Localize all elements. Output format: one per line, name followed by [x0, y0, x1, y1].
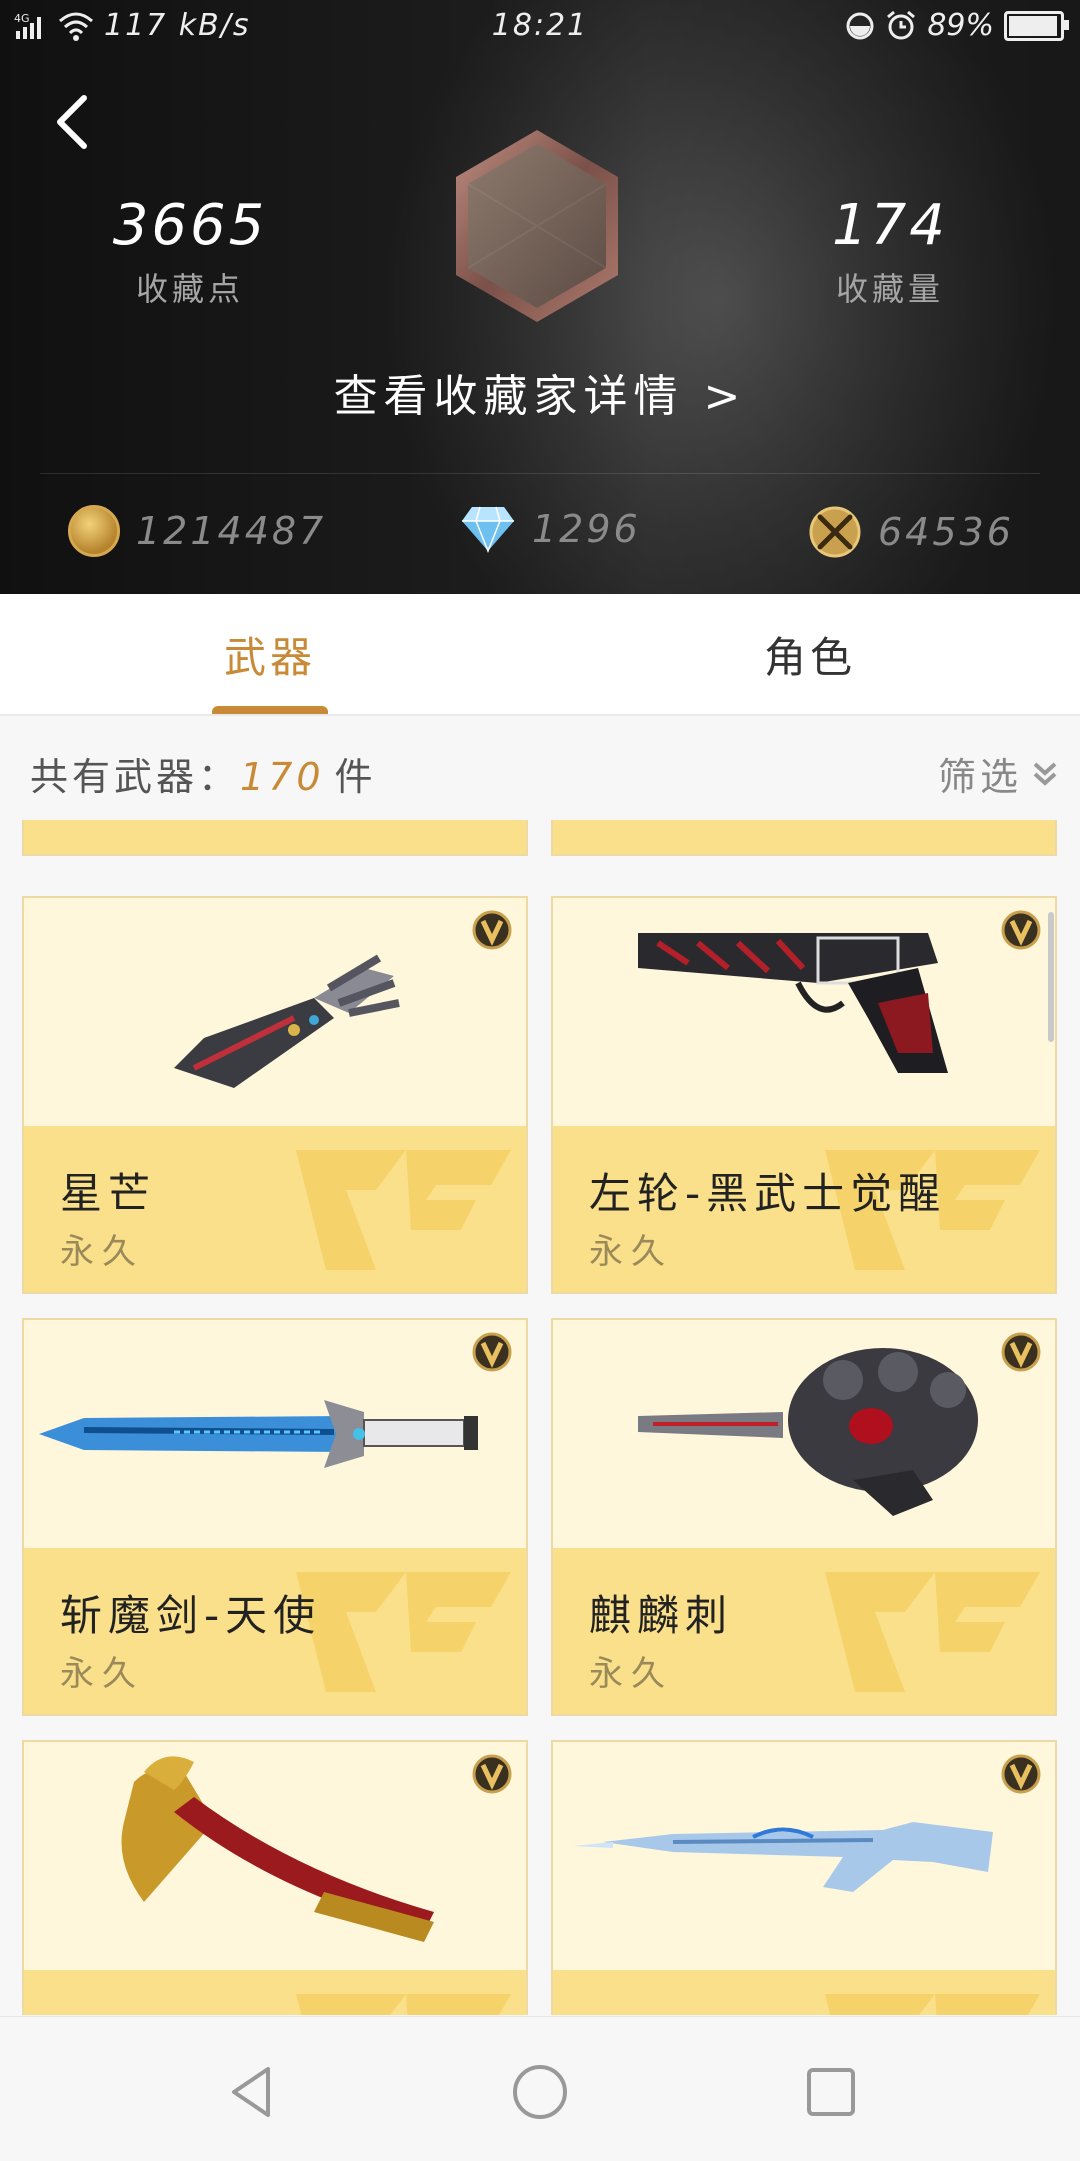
ice-rifle-icon	[573, 1822, 993, 1892]
cf-logo-watermark-icon	[296, 1150, 511, 1270]
active-tab-indicator	[212, 706, 328, 714]
token-currency: 64536	[808, 505, 1014, 559]
cf-logo-watermark-icon	[825, 1572, 1040, 1692]
nav-back-icon[interactable]	[220, 2057, 290, 2127]
weapon-card[interactable]	[22, 1740, 528, 2015]
vip-badge-icon	[472, 1754, 512, 1794]
sword-icon	[39, 1400, 478, 1468]
weapon-name: 左轮-黑武士觉醒	[589, 1169, 947, 1218]
weapon-count: 170	[240, 755, 325, 799]
gold-value: 1214487	[136, 509, 327, 553]
weapon-card[interactable]: 麒麟刺 永久	[551, 1318, 1057, 1716]
system-nav-bar	[0, 2016, 1080, 2161]
alarm-icon	[887, 10, 916, 39]
crossed-swords-coin-icon	[809, 506, 861, 558]
weapon-summary-bar: 共有武器：170 件 筛选	[0, 716, 1080, 820]
vip-badge-icon	[1001, 1754, 1041, 1794]
back-arrow-icon[interactable]	[48, 92, 98, 152]
collector-detail-link[interactable]: 查看收藏家详情 >	[0, 360, 1080, 424]
weapon-image	[553, 898, 1055, 1126]
divider	[40, 473, 1040, 474]
weapon-count-suffix: 件	[334, 755, 377, 799]
nav-recent-apps-icon[interactable]	[796, 2057, 866, 2127]
weapon-grid: 星芒 永久 左轮-黑武士觉醒 永久 斩魔剑-天使 永久 麒麟刺 永久	[0, 820, 1080, 2015]
weapon-image	[553, 1742, 1055, 1970]
knuckle-dagger-icon	[638, 1348, 978, 1516]
gold-currency: 1214487	[68, 505, 326, 557]
weapon-duration: 永久	[60, 1232, 144, 1272]
do-not-disturb-icon	[846, 12, 874, 39]
vip-badge-icon	[472, 910, 512, 950]
weapon-image	[24, 1320, 526, 1548]
weapon-count-text: 共有武器：170 件	[30, 746, 377, 801]
nav-home-icon[interactable]	[505, 2057, 575, 2127]
filter-button[interactable]: 筛选	[938, 746, 1060, 801]
revolver-icon	[638, 933, 948, 1073]
weapon-duration: 永久	[589, 1232, 673, 1272]
category-tabs: 武器 角色	[0, 594, 1080, 716]
weapon-info-band	[553, 1970, 1055, 2015]
weapon-card[interactable]	[551, 820, 1057, 856]
battery-icon	[1004, 10, 1069, 41]
diamond-value: 1296	[532, 507, 641, 551]
golden-axe-icon	[121, 1756, 434, 1942]
diamond-currency: 1296	[460, 505, 641, 553]
collect-count-stat: 174 收藏量	[770, 198, 1010, 310]
vip-badge-icon	[472, 1332, 512, 1372]
weapon-card[interactable]	[22, 820, 528, 856]
weapon-name: 斩魔剑-天使	[60, 1591, 322, 1640]
weapon-name: 麒麟刺	[589, 1591, 734, 1640]
weapon-image	[553, 1320, 1055, 1548]
battery-percent: 89%	[927, 8, 994, 43]
weapon-card[interactable]: 左轮-黑武士觉醒 永久	[551, 896, 1057, 1294]
token-value: 64536	[878, 510, 1014, 554]
cf-logo-watermark-icon	[296, 1994, 511, 2015]
weapon-duration: 永久	[60, 1654, 144, 1694]
weapon-card[interactable]: 星芒 永久	[22, 896, 528, 1294]
vip-badge-icon	[1001, 1332, 1041, 1372]
collector-header: 4G 117 kB/s 18:21 89% 3665 收藏点 174 收藏量 查…	[0, 0, 1080, 594]
gauntlet-icon	[174, 954, 400, 1088]
collect-count-label: 收藏量	[835, 270, 944, 308]
weapon-duration: 永久	[589, 1654, 673, 1694]
tab-roles[interactable]: 角色	[540, 594, 1080, 714]
weapon-card[interactable]	[551, 1740, 1057, 2015]
collect-count-value: 174	[832, 193, 948, 258]
weapon-count-prefix: 共有武器：	[30, 755, 241, 799]
diamond-icon	[462, 506, 514, 553]
collect-points-value: 3665	[112, 193, 268, 258]
collect-points-label: 收藏点	[135, 270, 244, 308]
collector-rank-badge-icon[interactable]	[452, 128, 622, 324]
weapon-name: 星芒	[60, 1169, 157, 1218]
weapon-info-band	[24, 1970, 526, 2015]
filter-label: 筛选	[937, 755, 1022, 799]
scrollbar[interactable]	[1048, 912, 1054, 1042]
cf-logo-watermark-icon	[825, 1994, 1040, 2015]
collect-points-stat: 3665 收藏点	[70, 198, 310, 310]
double-chevron-down-icon	[1033, 762, 1057, 786]
gold-coin-icon	[68, 505, 120, 557]
status-bar: 4G 117 kB/s 18:21 89%	[0, 0, 1080, 56]
weapon-card[interactable]: 斩魔剑-天使 永久	[22, 1318, 528, 1716]
weapon-image	[24, 898, 526, 1126]
weapon-image	[24, 1742, 526, 1970]
tab-weapons[interactable]: 武器	[0, 594, 540, 714]
vip-badge-icon	[1001, 910, 1041, 950]
